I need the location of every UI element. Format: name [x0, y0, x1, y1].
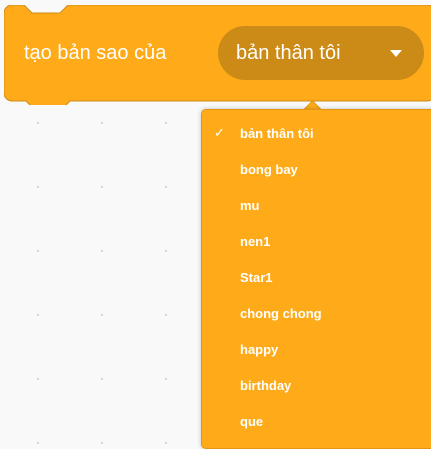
menu-item-bong-bay[interactable]: bong bay — [202, 152, 431, 188]
menu-item-label: chong chong — [240, 306, 322, 321]
menu-item-ban-than-toi[interactable]: ✓ bản thân tôi — [202, 116, 431, 152]
menu-item-label: que — [240, 414, 264, 429]
caret-down-icon — [390, 50, 402, 57]
dropdown-menu: ✓ bản thân tôi bong bay mu nen1 Star1 ch… — [201, 109, 431, 449]
menu-item-label: bản thân tôi — [240, 126, 314, 141]
menu-item-chong-chong[interactable]: chong chong — [202, 296, 431, 332]
block-label: tạo bản sao của — [24, 42, 167, 64]
menu-item-nen1[interactable]: nen1 — [202, 224, 431, 260]
menu-item-que[interactable]: que — [202, 404, 431, 440]
menu-item-star1[interactable]: Star1 — [202, 260, 431, 296]
checkmark-icon: ✓ — [214, 126, 225, 141]
menu-item-label: nen1 — [240, 234, 271, 249]
menu-item-label: Star1 — [240, 270, 273, 285]
menu-item-label: birthday — [240, 378, 292, 393]
menu-item-label: mu — [240, 198, 260, 213]
menu-item-birthday[interactable]: birthday — [202, 368, 431, 404]
menu-item-label: happy — [240, 342, 279, 357]
clone-target-dropdown[interactable]: bản thân tôi — [218, 26, 424, 80]
menu-list: ✓ bản thân tôi bong bay mu nen1 Star1 ch… — [202, 116, 431, 440]
menu-item-label: bong bay — [240, 162, 298, 177]
create-clone-block[interactable]: tạo bản sao của bản thân tôi — [4, 5, 431, 105]
menu-item-happy[interactable]: happy — [202, 332, 431, 368]
menu-item-mu[interactable]: mu — [202, 188, 431, 224]
clone-target-value: bản thân tôi — [236, 42, 341, 64]
